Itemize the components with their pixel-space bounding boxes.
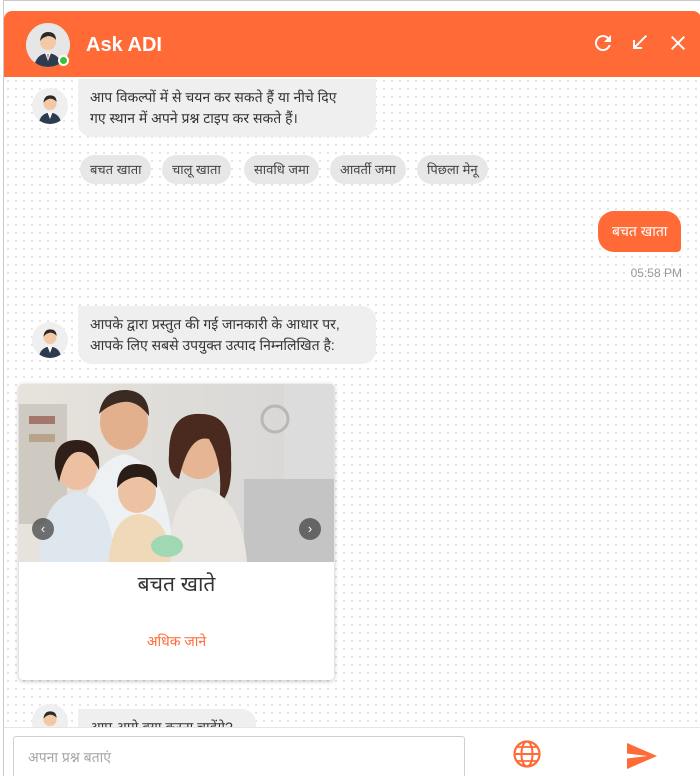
carousel-prev-icon[interactable]: ‹ — [32, 518, 54, 540]
chip-fixed-deposit[interactable]: सावधि जमा — [244, 155, 320, 184]
message-line: आपके द्वारा प्रस्तुत की गई जानकारी के आध… — [90, 316, 340, 332]
bot-avatar — [32, 322, 68, 358]
message-line: गए स्थान में अपने प्रश्न टाइप कर सकते है… — [90, 110, 298, 126]
product-card[interactable]: ‹ › बचत खाते अधिक जाने — [19, 384, 334, 680]
refresh-icon[interactable] — [591, 31, 615, 55]
chip-savings-account[interactable]: बचत खाता — [80, 155, 152, 184]
bot-message-intro: आप विकल्पों में से चयन कर सकते हैं या नी… — [78, 79, 376, 137]
user-message: बचत खाता — [598, 211, 682, 252]
minimize-icon[interactable] — [628, 31, 652, 55]
send-icon[interactable] — [626, 742, 658, 770]
chat-messages[interactable]: आप विकल्पों में से चयन कर सकते हैं या नी… — [4, 77, 700, 727]
carousel-next-icon[interactable]: › — [299, 518, 321, 540]
online-status-icon — [58, 55, 69, 66]
chat-header: Ask ADI — [4, 11, 700, 77]
chat-window: Ask ADI आप विकल्पों में से चयन कर सकते ह… — [3, 0, 700, 776]
card-title: बचत खाते — [137, 573, 216, 596]
message-line: आप विकल्पों में से चयन कर सकते हैं या नी… — [90, 89, 337, 105]
language-globe-icon[interactable] — [512, 739, 542, 769]
bot-message-partial: आप आगे क्या करना चाहेंगे? — [78, 709, 256, 727]
chip-previous-menu[interactable]: पिछला मेनू — [417, 155, 488, 184]
message-line: आप आगे क्या करना चाहेंगे? — [90, 719, 233, 727]
question-input[interactable] — [13, 736, 465, 776]
chip-current-account[interactable]: चालू खाता — [162, 155, 231, 184]
bot-avatar — [32, 88, 68, 124]
learn-more-link[interactable]: अधिक जाने — [19, 632, 334, 651]
message-timestamp: 05:58 PM — [630, 266, 682, 280]
chat-footer — [4, 727, 700, 776]
chip-recurring-deposit[interactable]: आवर्ती जमा — [330, 155, 406, 184]
family-photo — [19, 384, 334, 562]
bot-message-result: आपके द्वारा प्रस्तुत की गई जानकारी के आध… — [78, 306, 376, 364]
chat-title: Ask ADI — [86, 34, 162, 56]
bot-avatar — [32, 704, 68, 727]
message-line: आपके लिए सबसे उपयुक्त उत्पाद निम्नलिखित … — [90, 337, 335, 353]
close-icon[interactable] — [666, 31, 690, 55]
